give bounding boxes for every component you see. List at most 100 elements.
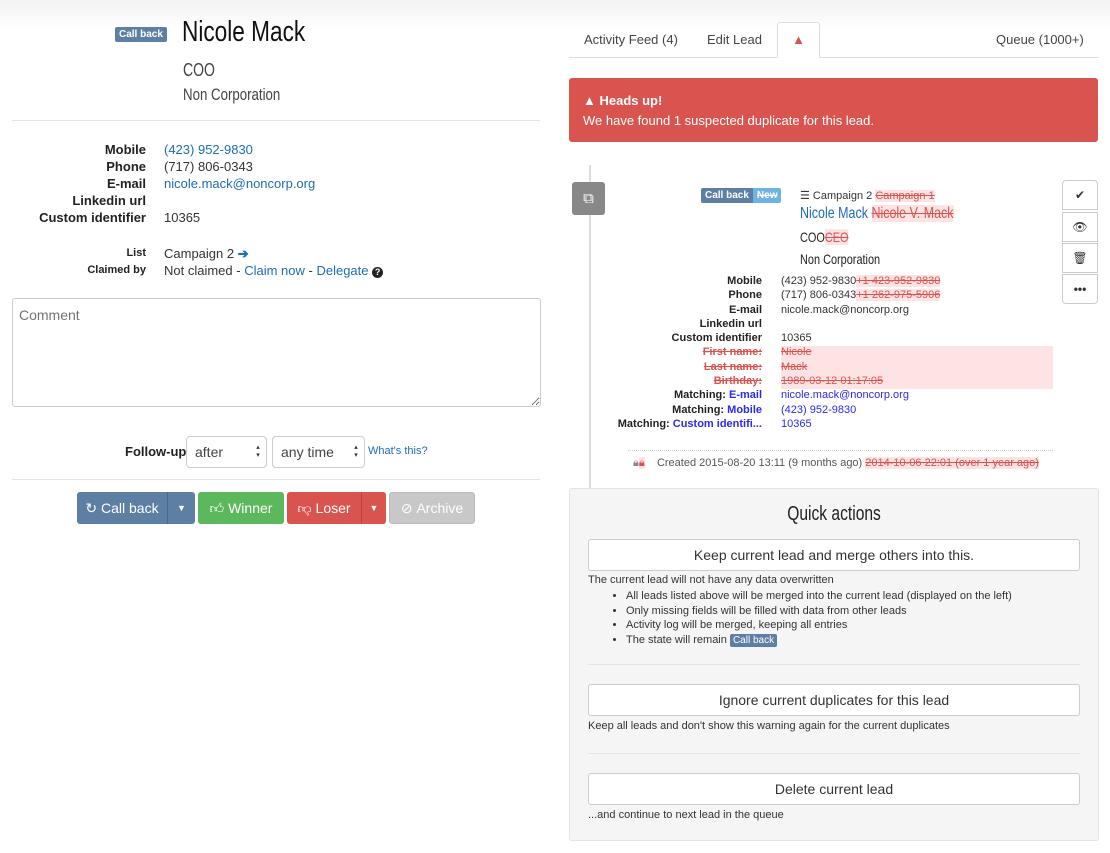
field-value: (717) 806-0343	[781, 289, 857, 302]
duplicate-status: Call back New	[701, 188, 782, 203]
duplicate-alert: ▲ Heads up! We have found 1 suspected du…	[569, 78, 1098, 142]
eye-slash-icon: 👁︎	[1072, 220, 1088, 234]
thumbs-down-icon: 👎︎	[297, 499, 316, 516]
list-item: Activity log will be merged, keeping all…	[626, 618, 1012, 633]
old-created-date: 2014-10-06 22:01 (over 1 year ago)	[865, 457, 1039, 469]
delete-duplicate-button[interactable]: 🗑︎	[1062, 243, 1098, 273]
matching-prefix: Matching:	[673, 389, 729, 402]
whats-this-link[interactable]: What's this?	[368, 445, 428, 457]
matching-prefix: Matching:	[617, 417, 673, 430]
followup-time-select[interactable]: any time	[272, 436, 365, 468]
list-value: Campaign 2 ➔	[164, 245, 249, 262]
field-label: Mobile	[727, 275, 762, 287]
removed-value: Mack	[781, 360, 808, 373]
divider	[588, 664, 1080, 665]
old-title: CEO	[824, 229, 849, 245]
tab-edit-lead[interactable]: Edit Lead	[693, 22, 776, 58]
separator: -	[304, 263, 317, 278]
lock-icon: 🔒︎	[638, 457, 645, 469]
winner-button[interactable]: 👍︎ Winner	[198, 492, 284, 524]
header-background	[0, 0, 1110, 30]
arrow-right-icon[interactable]: ➔	[238, 246, 249, 261]
old-campaign: Campaign 1	[875, 190, 935, 202]
duplicate-title: COOCEO	[800, 229, 862, 245]
list-item: The state will remain Call back	[626, 633, 1012, 649]
matching-value: nicole.mack@noncorp.org	[781, 389, 909, 402]
field-label: E-mail	[106, 176, 146, 191]
archive-button[interactable]: ⊘ Archive	[389, 492, 475, 524]
alert-title: Heads up!	[599, 93, 663, 108]
lead-title: COO	[183, 60, 215, 80]
refresh-icon: ↻	[85, 499, 102, 516]
followup-label: Follow-up	[125, 444, 187, 459]
followup-when-select[interactable]: after	[186, 436, 267, 468]
delete-lead-button[interactable]: Delete current lead	[588, 773, 1080, 805]
divider	[12, 120, 540, 121]
field-label: Custom identifier	[39, 210, 146, 225]
dup-name-link[interactable]: Nicole Mack	[800, 205, 868, 222]
thumbs-up-icon: 👍︎	[209, 499, 229, 516]
dup-company: Non Corporation	[800, 251, 881, 267]
duplicate-campaign: ☰ Campaign 2 Campaign 1	[800, 189, 935, 202]
delegate-link[interactable]: Delegate	[316, 263, 368, 278]
ignore-note: Keep all leads and don't show this warni…	[588, 720, 950, 732]
lead-company: Non Corporation	[183, 85, 281, 104]
duplicate-fields: Mobile (423) 952-9830+1 423-952-9830 Phon…	[601, 274, 1053, 431]
merge-note: The current lead will not have any data …	[588, 574, 834, 586]
old-value: +1 262-975-5906	[856, 289, 941, 302]
ignore-duplicates-button[interactable]: Ignore current duplicates for this lead	[588, 684, 1080, 716]
question-icon[interactable]: ?	[372, 267, 384, 278]
call-back-button[interactable]: ↻ Call back	[77, 492, 167, 524]
matching-prefix: Matching:	[672, 403, 728, 416]
field-label: Mobile	[104, 142, 146, 157]
status-badge: Call back	[701, 188, 753, 203]
ignore-button[interactable]: 👁︎	[1062, 212, 1098, 242]
list-item: All leads listed above will be merged in…	[626, 589, 1012, 604]
merge-details: All leads listed above will be merged in…	[626, 589, 1012, 648]
removed-value: 1989-03-12 01:17:05	[781, 375, 884, 388]
quick-actions-title: Quick actions	[787, 503, 881, 525]
list-label: List	[126, 247, 146, 259]
removed-value: Nicole	[781, 346, 812, 359]
archive-label: Archive	[416, 500, 464, 516]
winner-label: Winner	[228, 500, 273, 516]
accept-button[interactable]: ✔	[1062, 180, 1098, 210]
ellipsis-icon: •••	[1073, 282, 1087, 296]
call-back-label: Call back	[101, 500, 159, 516]
loser-button[interactable]: 👎︎ Loser	[287, 492, 361, 524]
mobile-link[interactable]: (423) 952-9830	[164, 141, 253, 158]
warning-icon: ▲	[792, 32, 805, 47]
field-value: (423) 952-9830	[781, 275, 857, 287]
field-label: E-mail	[728, 303, 762, 316]
created-date: Created 2015-08-20 13:11 (9 months ago)	[656, 457, 863, 469]
tab-duplicates[interactable]: ▲	[777, 22, 820, 58]
divider	[12, 479, 540, 480]
loser-dropdown[interactable]: ▼	[361, 492, 386, 524]
claimed-label: Claimed by	[87, 264, 146, 276]
lead-name: Nicole Mack	[182, 16, 306, 48]
tab-queue[interactable]: Queue (1000+)	[982, 22, 1098, 58]
lead-fields: Mobile (423) 952-9830 Phone (717) 806-0343…	[0, 141, 315, 226]
duplicate-name: Nicole Mack Nicole V. Mack	[800, 205, 1050, 223]
caret-down-icon: ▼	[177, 503, 186, 513]
state-text: The state will remain	[626, 633, 730, 646]
matching-value: (423) 952-9830	[781, 403, 857, 416]
check-icon: ✔	[1074, 188, 1086, 202]
trash-icon: 🗑︎	[1072, 251, 1088, 265]
more-button[interactable]: •••	[1062, 274, 1098, 304]
claim-now-link[interactable]: Claim now	[244, 263, 305, 278]
removed-label: First name:	[702, 346, 762, 359]
matching-field: E-mail	[728, 389, 762, 402]
call-back-dropdown[interactable]: ▼	[167, 492, 195, 524]
merge-button[interactable]: Keep current lead and merge others into …	[588, 539, 1080, 571]
comment-input[interactable]	[12, 298, 541, 407]
campaign-name: Campaign 2	[812, 190, 873, 202]
delete-note: ...and continue to next lead in the queu…	[588, 809, 784, 821]
warning-icon: ▲	[583, 93, 600, 108]
matching-value: 10365	[781, 417, 812, 430]
phone-value: (717) 806-0343	[164, 159, 253, 174]
field-value: nicole.mack@noncorp.org	[781, 303, 909, 316]
email-link[interactable]: nicole.mack@noncorp.org	[164, 175, 315, 192]
tab-activity-feed[interactable]: Activity Feed (4)	[570, 22, 692, 58]
dup-title: COO	[800, 229, 825, 245]
